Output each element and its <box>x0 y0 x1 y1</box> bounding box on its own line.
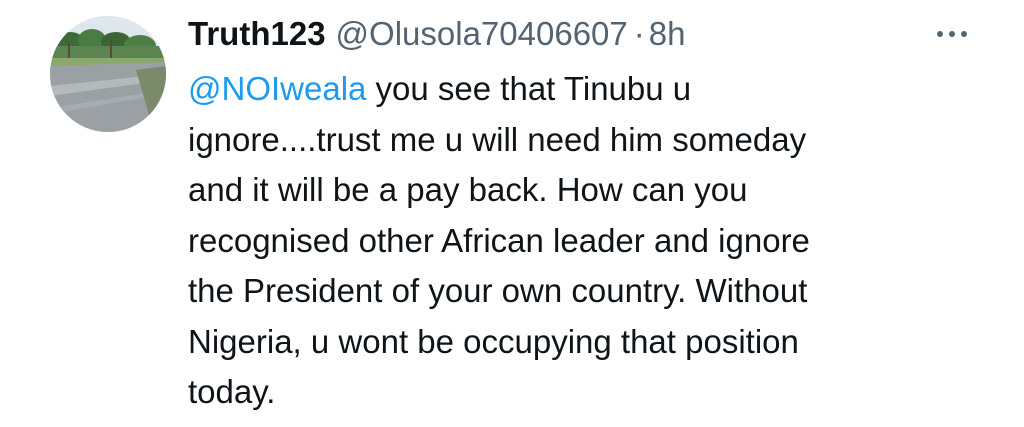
tweet-text-line: recognised other African leader and igno… <box>188 221 810 259</box>
display-name[interactable]: Truth123 <box>188 12 326 56</box>
user-handle[interactable]: @Olusola70406607 <box>336 12 628 56</box>
tweet-text-line: and it will be a pay back. How can you <box>188 171 748 208</box>
tweet-text-line: the President of your own country. Witho… <box>188 272 808 309</box>
tweet-text-line: Nigeria, u wont be occupying that positi… <box>188 322 799 360</box>
tweet-text-line: ignore....trust me u will need him somed… <box>188 120 807 158</box>
avatar-image <box>50 16 166 132</box>
tweet-text-line: @NOIweala you see that Tinubu u <box>188 64 988 115</box>
tweet-text-segment: you see that Tinubu u <box>366 70 692 107</box>
separator-dot: · <box>633 15 645 52</box>
more-options-button[interactable] <box>928 22 976 46</box>
mention-link[interactable]: @NOIweala <box>188 70 366 107</box>
tweet-text: @NOIweala you see that Tinubu u ignore..… <box>188 64 988 418</box>
avatar[interactable] <box>50 16 166 132</box>
tweet-header: Truth123 @Olusola70406607 · 8h <box>188 12 685 56</box>
timestamp[interactable]: 8h <box>649 12 686 56</box>
more-horizontal-icon <box>937 31 967 37</box>
tweet[interactable]: Truth123 @Olusola70406607 · 8h @NOIweala… <box>0 0 1024 427</box>
tweet-text-line: today. <box>188 373 276 410</box>
